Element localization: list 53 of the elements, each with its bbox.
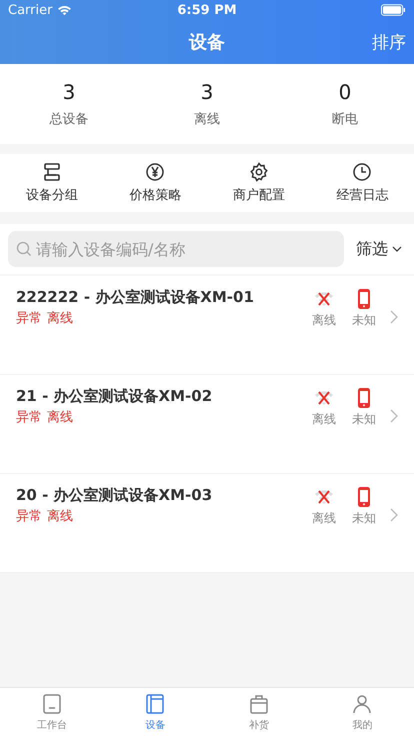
sort-button[interactable]: 排序	[372, 29, 406, 56]
network-status: 离线	[312, 411, 336, 428]
device-name: 20 - 办公室测试设备XM-03	[16, 486, 214, 505]
clock-time: 6:59 PM	[176, 2, 238, 18]
shortcut-item[interactable]: 经营日志	[310, 154, 414, 212]
tab-item[interactable]: 补货	[207, 688, 310, 736]
search-icon	[16, 241, 32, 257]
stat-value: 3	[200, 80, 214, 104]
device-row[interactable]: 20 - 办公室测试设备XM-03 异常 离线 离线 未知	[0, 474, 414, 573]
device-row[interactable]: 222222 - 办公室测试设备XM-01 异常 离线 离线 未知	[0, 276, 414, 375]
battery-icon	[381, 4, 406, 16]
stat-label: 离线	[194, 111, 220, 128]
monitor-icon	[40, 692, 63, 714]
status-tag: 离线	[47, 507, 73, 525]
device-row[interactable]: 21 - 办公室测试设备XM-02 异常 离线 离线 未知	[0, 375, 414, 474]
clock-icon	[352, 162, 372, 182]
device-name: 21 - 办公室测试设备XM-02	[16, 387, 214, 406]
chevron-right-icon	[390, 310, 398, 324]
page-title: 设备	[189, 31, 225, 54]
filter-button[interactable]: 筛选	[352, 238, 406, 260]
power-status: 未知	[352, 411, 376, 428]
status-tag: 异常	[16, 309, 42, 327]
tab-item[interactable]: 我的	[310, 688, 414, 736]
chevron-right-icon	[390, 409, 398, 423]
status-tag: 异常	[16, 408, 42, 426]
search-field[interactable]: 请输入设备编码/名称	[8, 231, 344, 267]
power-status: 未知	[352, 312, 376, 329]
status-tag: 异常	[16, 507, 42, 525]
box-icon	[248, 692, 270, 714]
stat-value: 3	[62, 80, 76, 104]
yen-icon	[145, 162, 166, 182]
carrier-label: Carrier	[8, 2, 52, 18]
tab-item[interactable]: 设备	[104, 688, 207, 736]
book-icon	[144, 692, 166, 714]
shortcut-item[interactable]: 设备分组	[0, 154, 104, 212]
stat-label: 断电	[332, 111, 358, 128]
shortcut-item[interactable]: 价格策略	[104, 154, 207, 212]
device-name: 222222 - 办公室测试设备XM-01	[16, 288, 255, 307]
network-status: 离线	[312, 312, 336, 329]
shortcut-item[interactable]: 商户配置	[207, 154, 310, 212]
user-icon	[351, 692, 374, 714]
settings-icon	[248, 162, 269, 182]
power-status: 未知	[352, 510, 376, 527]
network-status: 离线	[312, 510, 336, 527]
chevron-right-icon	[390, 508, 398, 522]
status-tag: 离线	[47, 309, 73, 327]
stat-value: 0	[338, 80, 352, 104]
wifi-icon	[57, 4, 72, 16]
tab-item[interactable]: 工作台	[0, 688, 104, 736]
stat-label: 总设备	[50, 111, 88, 128]
layers-icon	[42, 162, 62, 182]
status-tag: 离线	[47, 408, 73, 426]
chevron-down-icon	[392, 246, 402, 252]
